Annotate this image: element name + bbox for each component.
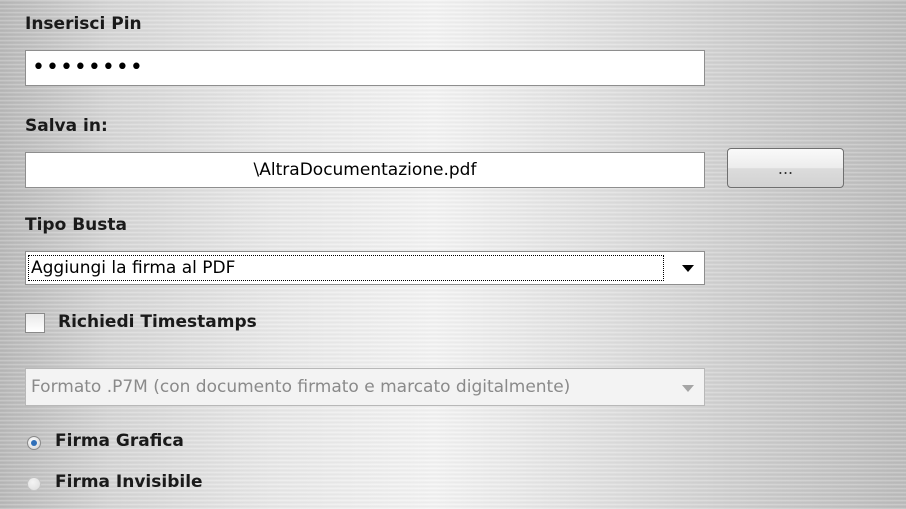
pin-label: Inserisci Pin [25,14,142,34]
chevron-down-icon[interactable] [682,265,694,272]
chevron-down-icon [682,385,694,392]
save-path-field[interactable]: \AltraDocumentazione.pdf [25,152,705,188]
envelope-type-select[interactable]: Aggiungi la firma al PDF [25,251,705,285]
signature-radio-invisible[interactable] [27,477,41,491]
signature-option-invisible-label[interactable]: Firma Invisibile [55,472,203,492]
format-select: Formato .P7M (con documento firmato e ma… [25,368,705,406]
signature-radio-graphic[interactable] [27,436,41,450]
browse-button[interactable]: ... [727,148,844,188]
save-in-label: Salva in: [25,116,108,136]
timestamp-checkbox[interactable] [25,313,45,333]
envelope-type-value: Aggiungi la firma al PDF [31,258,236,278]
save-path-value: \AltraDocumentazione.pdf [253,160,477,180]
signature-option-graphic-label[interactable]: Firma Grafica [55,431,184,451]
timestamp-label[interactable]: Richiedi Timestamps [58,312,257,332]
envelope-type-label: Tipo Busta [25,215,127,235]
pin-masked-value: •••••••• [32,55,144,80]
pin-input[interactable]: •••••••• [25,50,705,86]
radio-selected-dot [31,440,37,446]
format-value: Formato .P7M (con documento firmato e ma… [31,377,571,397]
